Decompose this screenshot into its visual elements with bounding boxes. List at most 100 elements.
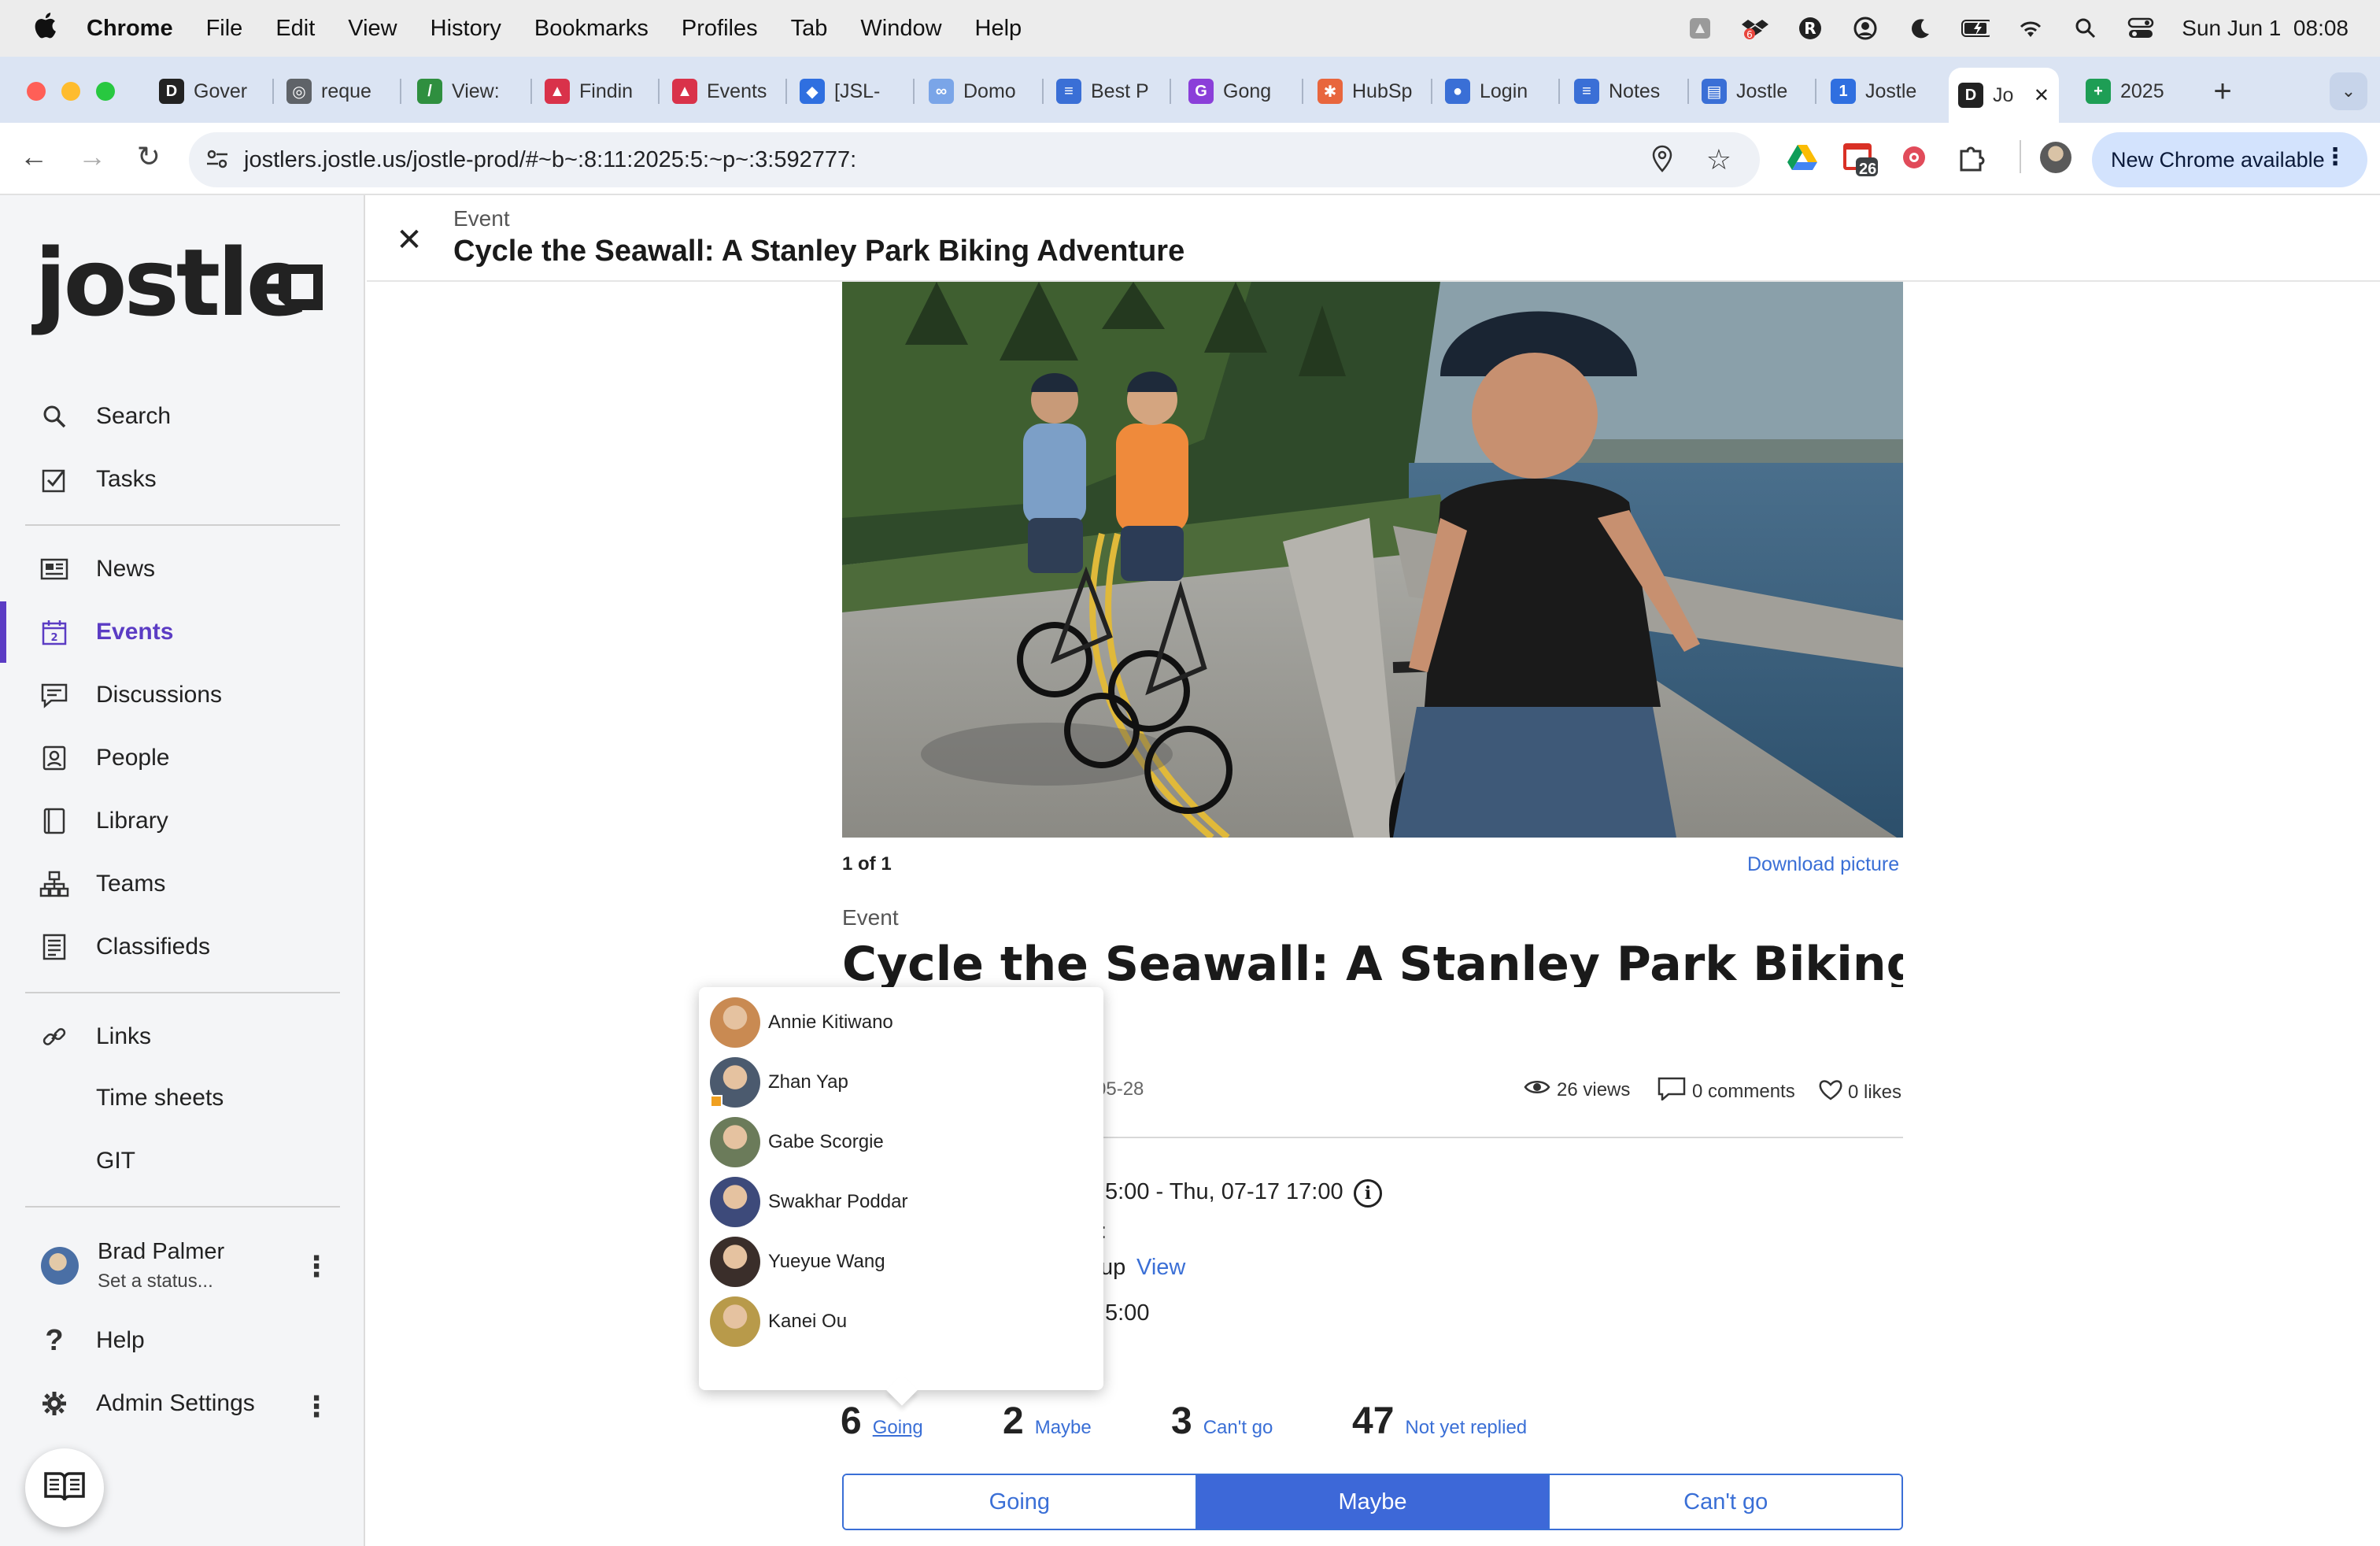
group-view-link[interactable]: View — [1136, 1255, 1185, 1281]
guide-book-button[interactable] — [25, 1448, 104, 1527]
event-photo[interactable] — [842, 282, 1903, 838]
window-zoom-button[interactable] — [96, 82, 115, 101]
going-link[interactable]: Going — [873, 1417, 923, 1439]
google-drive-icon[interactable] — [1787, 143, 1818, 176]
new-chrome-available-button[interactable]: New Chrome available ⋮ — [2092, 132, 2367, 187]
profile-avatar-icon[interactable] — [2040, 142, 2071, 173]
rsvp-not-replied-summary[interactable]: 47 Not yet replied — [1352, 1400, 1527, 1443]
maybe-link[interactable]: Maybe — [1035, 1417, 1092, 1439]
apple-icon[interactable] — [31, 12, 58, 46]
sidebar-item-tasks[interactable]: Tasks — [38, 463, 157, 496]
event-comments[interactable]: 0 comments — [1658, 1077, 1795, 1106]
reload-icon[interactable]: ↻ — [129, 140, 168, 173]
sidebar-item-admin-settings[interactable]: Admin Settings — [38, 1387, 255, 1420]
window-minimize-button[interactable] — [61, 82, 80, 101]
browser-tab[interactable]: ◆ [JSL- — [790, 68, 908, 115]
browser-tab[interactable]: ✱ HubSp — [1308, 68, 1426, 115]
menu-edit[interactable]: Edit — [275, 16, 315, 42]
menu-app-name[interactable]: Chrome — [87, 16, 173, 42]
browser-tab[interactable]: ▲ Events — [663, 68, 781, 115]
not-replied-link[interactable]: Not yet replied — [1405, 1417, 1527, 1439]
new-tab-button[interactable]: + — [2204, 72, 2241, 110]
sidebar-item-time-sheets[interactable]: Time sheets — [96, 1085, 224, 1111]
sidebar-item-library[interactable]: Library — [38, 804, 168, 838]
browser-tab[interactable]: ≡ Best P — [1047, 68, 1165, 115]
bookmark-star-icon[interactable]: ☆ — [1706, 143, 1731, 176]
sidebar-item-events[interactable]: 2 Events — [38, 616, 173, 649]
menubar-clock[interactable]: Sun Jun 1 08:08 — [2182, 16, 2349, 41]
attendee-row[interactable]: Gabe Scorgie — [710, 1115, 1096, 1170]
sidebar-item-git[interactable]: GIT — [96, 1148, 135, 1174]
user-more-menu-icon[interactable]: ⋮ — [302, 1250, 331, 1283]
sidebar-item-classifieds[interactable]: Classifieds — [38, 930, 210, 963]
back-arrow-icon[interactable]: ← — [14, 140, 54, 173]
download-picture-link[interactable]: Download picture — [1747, 853, 1899, 876]
drive-status-icon[interactable] — [1686, 17, 1714, 40]
rsvp-maybe-button[interactable]: Maybe — [1196, 1475, 1549, 1529]
browser-tab[interactable]: D Jo ✕ — [1949, 68, 2059, 123]
browser-tab[interactable]: D Gover — [150, 68, 268, 115]
user-name[interactable]: Brad Palmer — [98, 1239, 224, 1265]
user-avatar[interactable] — [41, 1247, 79, 1285]
sidebar-item-discussions[interactable]: Discussions — [38, 679, 222, 712]
dark-mode-icon[interactable] — [1906, 17, 1935, 40]
browser-tab[interactable]: ∞ Domo — [919, 68, 1037, 115]
battery-icon[interactable] — [1961, 17, 1990, 40]
location-pin-icon[interactable] — [1651, 145, 1673, 179]
time-info-icon[interactable]: i — [1354, 1179, 1382, 1208]
attendee-row[interactable]: Swakhar Poddar — [710, 1174, 1096, 1230]
forward-arrow-icon[interactable]: → — [72, 140, 112, 173]
browser-tab[interactable]: / View: — [408, 68, 526, 115]
status-r-icon[interactable]: R — [1796, 17, 1824, 40]
spotlight-search-icon[interactable] — [2071, 17, 2100, 40]
browser-tab[interactable]: ● Login — [1436, 68, 1554, 115]
address-bar[interactable]: jostlers.jostle.us/jostle-prod/#~b~:8:11… — [189, 132, 1760, 187]
sidebar-item-teams[interactable]: Teams — [38, 867, 165, 901]
attendee-row[interactable]: Yueyue Wang — [710, 1234, 1096, 1289]
jostle-logo[interactable]: jostle — [35, 236, 309, 329]
menu-tab[interactable]: Tab — [791, 16, 828, 42]
browser-tab[interactable]: ◎ reque — [277, 68, 395, 115]
close-tab-icon[interactable]: ✕ — [2034, 84, 2049, 107]
rsvp-going-summary[interactable]: 6 Going — [841, 1400, 923, 1443]
chrome-menu-icon[interactable]: ⋮ — [2323, 143, 2347, 171]
close-panel-icon[interactable]: ✕ — [394, 222, 425, 258]
rsvp-cant-button[interactable]: Can't go — [1548, 1475, 1901, 1529]
menu-view[interactable]: View — [348, 16, 397, 42]
browser-tab[interactable]: +2025 — [2076, 68, 2194, 115]
event-views[interactable]: 26 views — [1524, 1078, 1630, 1101]
user-account-icon[interactable] — [1851, 17, 1879, 40]
extensions-puzzle-icon[interactable] — [1957, 142, 1988, 177]
window-close-button[interactable] — [27, 82, 46, 101]
browser-tab[interactable]: ▤ Jostle — [1692, 68, 1810, 115]
sidebar-item-people[interactable]: People — [38, 742, 169, 775]
site-info-icon[interactable] — [205, 146, 230, 178]
event-likes[interactable]: 0 likes — [1818, 1078, 1901, 1106]
menu-file[interactable]: File — [206, 16, 243, 42]
admin-more-menu-icon[interactable]: ⋮ — [302, 1390, 331, 1423]
control-center-icon[interactable] — [2127, 17, 2155, 40]
wifi-icon[interactable] — [2016, 17, 2045, 40]
sidebar-item-search[interactable]: Search — [38, 400, 171, 433]
rsvp-going-button[interactable]: Going — [844, 1475, 1197, 1529]
attendee-row[interactable]: Zhan Yap — [710, 1055, 1096, 1110]
browser-tab[interactable]: G Gong — [1179, 68, 1297, 115]
attendee-row[interactable]: Kanei Ou — [710, 1294, 1096, 1349]
attendee-row[interactable]: Annie Kitiwano — [710, 995, 1096, 1050]
user-status[interactable]: Set a status... — [98, 1270, 213, 1293]
tab-search-chevron-icon[interactable]: ⌄ — [2330, 72, 2367, 110]
sidebar-item-help[interactable]: ? Help — [38, 1324, 144, 1357]
menu-window[interactable]: Window — [860, 16, 941, 42]
browser-tab[interactable]: ≡ Notes — [1565, 68, 1683, 115]
menu-history[interactable]: History — [431, 16, 501, 42]
menu-help[interactable]: Help — [975, 16, 1022, 42]
dropbox-icon[interactable]: 6 — [1741, 17, 1769, 40]
menu-bookmarks[interactable]: Bookmarks — [534, 16, 649, 42]
browser-tab[interactable]: 1 Jostle — [1821, 68, 1939, 115]
sidebar-item-links[interactable]: Links — [38, 1020, 151, 1053]
rsvp-cant-summary[interactable]: 3 Can't go — [1171, 1400, 1273, 1443]
browser-tab[interactable]: ▲ Findin — [535, 68, 653, 115]
cant-link[interactable]: Can't go — [1203, 1417, 1273, 1439]
rsvp-maybe-summary[interactable]: 2 Maybe — [1003, 1400, 1092, 1443]
extension-red-icon[interactable] — [1900, 143, 1928, 176]
